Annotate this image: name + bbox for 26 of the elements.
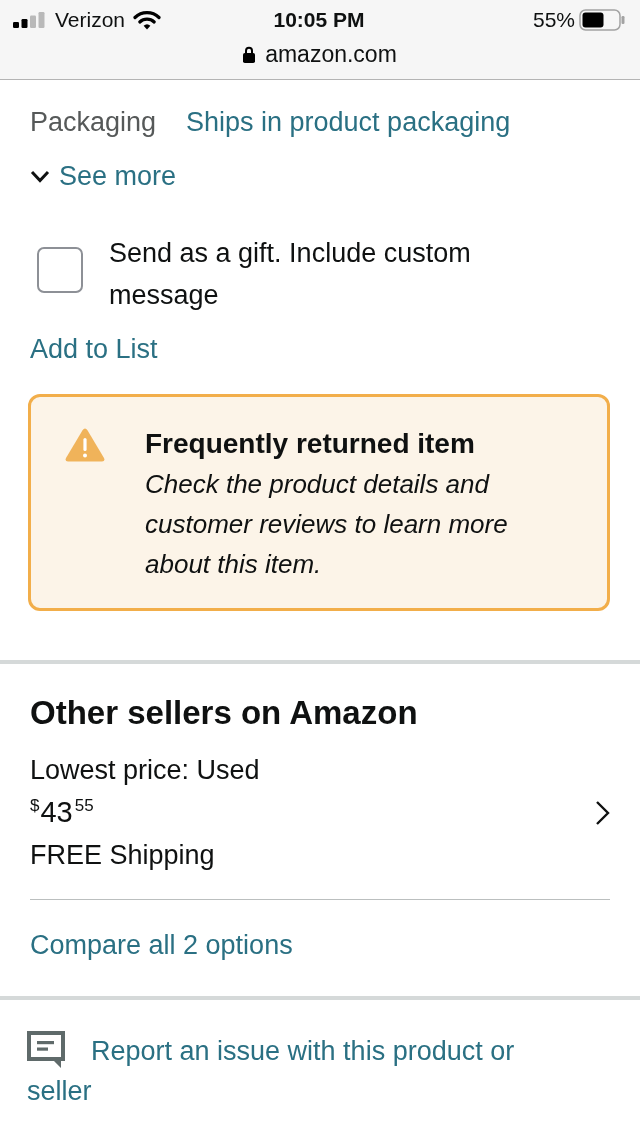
alert-title: Frequently returned item (145, 427, 476, 461)
warning-icon (65, 428, 105, 462)
clock-time: 10:05 PM (273, 8, 365, 32)
price: $^{$}$43$^{55}$ (30, 796, 94, 828)
compare-options-link[interactable]: Compare all 2 options (30, 927, 293, 963)
wifi-icon (133, 10, 162, 30)
gift-label[interactable]: Send as a gift. Include custom message (109, 232, 539, 316)
detail-value-link[interactable]: Ships in product packaging (186, 104, 511, 140)
carrier-name: Verizon (55, 8, 126, 32)
signal-icon (13, 12, 45, 28)
see-more-link[interactable]: See more (30, 158, 177, 194)
battery-percent: 55% (532, 8, 575, 32)
speech-bubble-icon (27, 1031, 65, 1068)
alert-message: Check the product details and customer reviews to learn more about this item. (145, 468, 509, 581)
chevron-down-icon (30, 169, 50, 183)
lock-icon (243, 45, 256, 63)
gift-checkbox[interactable] (37, 247, 83, 293)
add-to-list-link[interactable]: Add to List (30, 331, 158, 367)
battery-icon (579, 9, 625, 31)
chevron-right-icon[interactable] (595, 799, 610, 826)
report-issue-link[interactable]: Report an issue with this product or seller (27, 1031, 533, 1111)
shipping-text: FREE Shipping (30, 839, 216, 872)
detail-label: Packaging (30, 106, 158, 139)
section-title: Other sellers on Amazon (30, 693, 419, 733)
url-text[interactable]: amazon.com (265, 40, 397, 68)
offer-label: Lowest price: Used (30, 754, 260, 787)
